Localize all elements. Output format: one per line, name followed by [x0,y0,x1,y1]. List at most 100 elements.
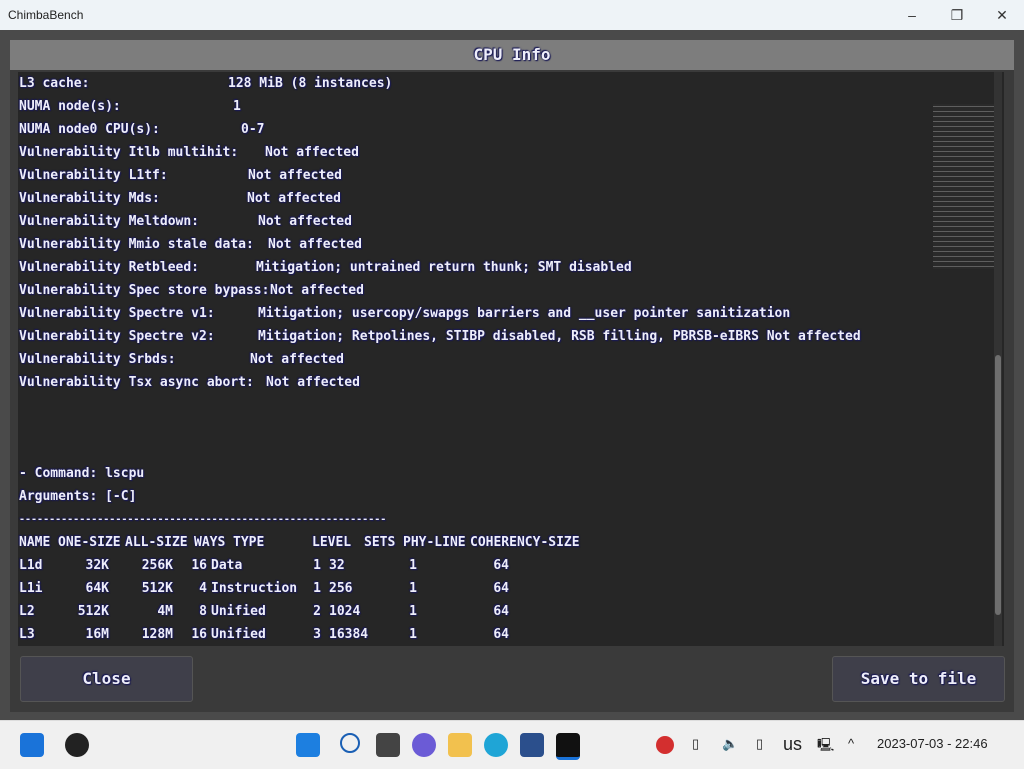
table-cell: 16 [191,556,207,576]
line-value: 1 [233,97,241,117]
line-label: NUMA node0 CPU(s): [19,120,160,140]
column-header: NAME [19,533,50,553]
line-label: Vulnerability Spectre v1: [19,304,215,324]
table-cell: 16384 [329,625,368,645]
keyboard-layout[interactable]: us [783,734,802,755]
line-value: Mitigation; untrained return thunk; SMT … [256,258,632,278]
usb-icon[interactable]: ▯ [756,736,763,752]
widgets-icon[interactable] [20,733,44,757]
update-alert-icon[interactable] [656,736,674,754]
minimap[interactable] [933,104,1001,269]
line-value: Not affected [270,281,364,301]
cache-table-row: L2512K4M8Unified21024164 [19,602,619,622]
table-cell: L2 [19,602,35,622]
separator: ----------------------------------------… [19,510,386,530]
search-icon[interactable] [340,733,360,753]
help-cloud-icon[interactable] [65,733,89,757]
column-header: ALL-SIZE [125,533,188,553]
start-windows-icon[interactable] [296,733,320,757]
line-label: Vulnerability Itlb multihit: [19,143,238,163]
table-cell: Unified [211,625,266,645]
line-value: Not affected [248,166,342,186]
table-cell: Instruction [211,579,297,599]
table-cell: 128M [142,625,173,645]
save-button-label: Save to file [861,669,977,688]
line-value: Not affected [247,189,341,209]
table-cell: L3 [19,625,35,645]
line-value: Mitigation; usercopy/swapgs barriers and… [258,304,790,324]
table-cell: 32K [86,556,109,576]
cache-table-row: L316M128M16Unified316384164 [19,625,619,645]
line-label: Vulnerability Spec store bypass: [19,281,269,301]
save-to-file-button[interactable]: Save to file [832,656,1005,702]
edge-icon[interactable] [484,733,508,757]
minimize-button[interactable]: – [897,4,927,26]
line-value: Not affected [266,373,360,393]
table-cell: 1024 [329,602,360,622]
table-cell: 1 [313,579,321,599]
table-cell: 1 [409,556,417,576]
table-cell: L1i [19,579,42,599]
column-header: SETS [364,533,395,553]
table-cell: 256 [329,579,352,599]
column-header: ONE-SIZE [58,533,121,553]
table-cell: 64K [86,579,109,599]
close-button-label: Close [82,669,130,688]
table-cell: 1 [409,579,417,599]
store-icon[interactable] [520,733,544,757]
network-icon[interactable]: 🖳 [817,736,834,758]
column-header: COHERENCY-SIZE [470,533,580,553]
file-explorer-icon[interactable] [448,733,472,757]
close-button[interactable]: Close [20,656,193,702]
table-cell: 512K [142,579,173,599]
clock[interactable]: 2023-07-03 - 22:46 [877,736,988,751]
table-cell: 1 [409,602,417,622]
line-value: Not affected [250,350,344,370]
table-cell: 256K [142,556,173,576]
table-cell: 16M [86,625,109,645]
close-window-button[interactable]: ✕ [987,4,1017,26]
table-cell: Data [211,556,242,576]
scrollbar[interactable] [994,72,1002,646]
table-cell: 8 [199,602,207,622]
line-label: NUMA node(s): [19,97,121,117]
command-args: Arguments: [-C] [19,487,136,507]
clipboard-icon[interactable]: ▯ [692,736,699,752]
table-cell: Unified [211,602,266,622]
chat-icon[interactable] [412,733,436,757]
line-value: Not affected [268,235,362,255]
table-cell: 512K [78,602,109,622]
line-label: L3 cache: [19,74,89,94]
cpu-info-dialog: CPU Info L3 cache:128 MiB (8 instances)N… [10,40,1014,712]
line-label: Vulnerability Tsx async abort: [19,373,254,393]
chimbabench-taskbar-icon[interactable] [556,733,580,760]
table-cell: 64 [493,579,509,599]
line-label: Vulnerability L1tf: [19,166,168,186]
column-header: LEVEL [312,533,351,553]
table-cell: 2 [313,602,321,622]
line-value: Not affected [258,212,352,232]
chevron-up-icon[interactable]: ^ [848,736,854,751]
scrollbar-thumb[interactable] [995,355,1001,615]
cache-table-row: L1d32K256K16Data132164 [19,556,619,576]
table-cell: 1 [313,556,321,576]
app-area: CPU Info L3 cache:128 MiB (8 instances)N… [0,30,1024,720]
window-titlebar: ChimbaBench – ❐ ✕ [0,0,1024,30]
table-cell: 3 [313,625,321,645]
volume-icon[interactable]: 🔈 [722,736,738,752]
cpu-info-text[interactable]: L3 cache:128 MiB (8 instances)NUMA node(… [18,72,1004,646]
line-label: Vulnerability Mds: [19,189,160,209]
task-view-icon[interactable] [376,733,400,757]
line-value: Mitigation; Retpolines, STIBP disabled, … [258,327,861,347]
line-label: Vulnerability Retbleed: [19,258,199,278]
line-value: Not affected [265,143,359,163]
table-cell: L1d [19,556,42,576]
table-cell: 64 [493,556,509,576]
command-line: - Command: lscpu [19,464,144,484]
line-label: Vulnerability Mmio stale data: [19,235,254,255]
cache-table-row: L1i 64K 512K 4Instruction 1 256 1 64 [19,579,619,599]
maximize-button[interactable]: ❐ [942,4,972,26]
column-header: TYPE [233,533,264,553]
taskbar: ▯ 🔈 ▯ us 🖳 ^ 2023-07-03 - 22:46 [0,720,1024,769]
table-cell: 4 [199,579,207,599]
